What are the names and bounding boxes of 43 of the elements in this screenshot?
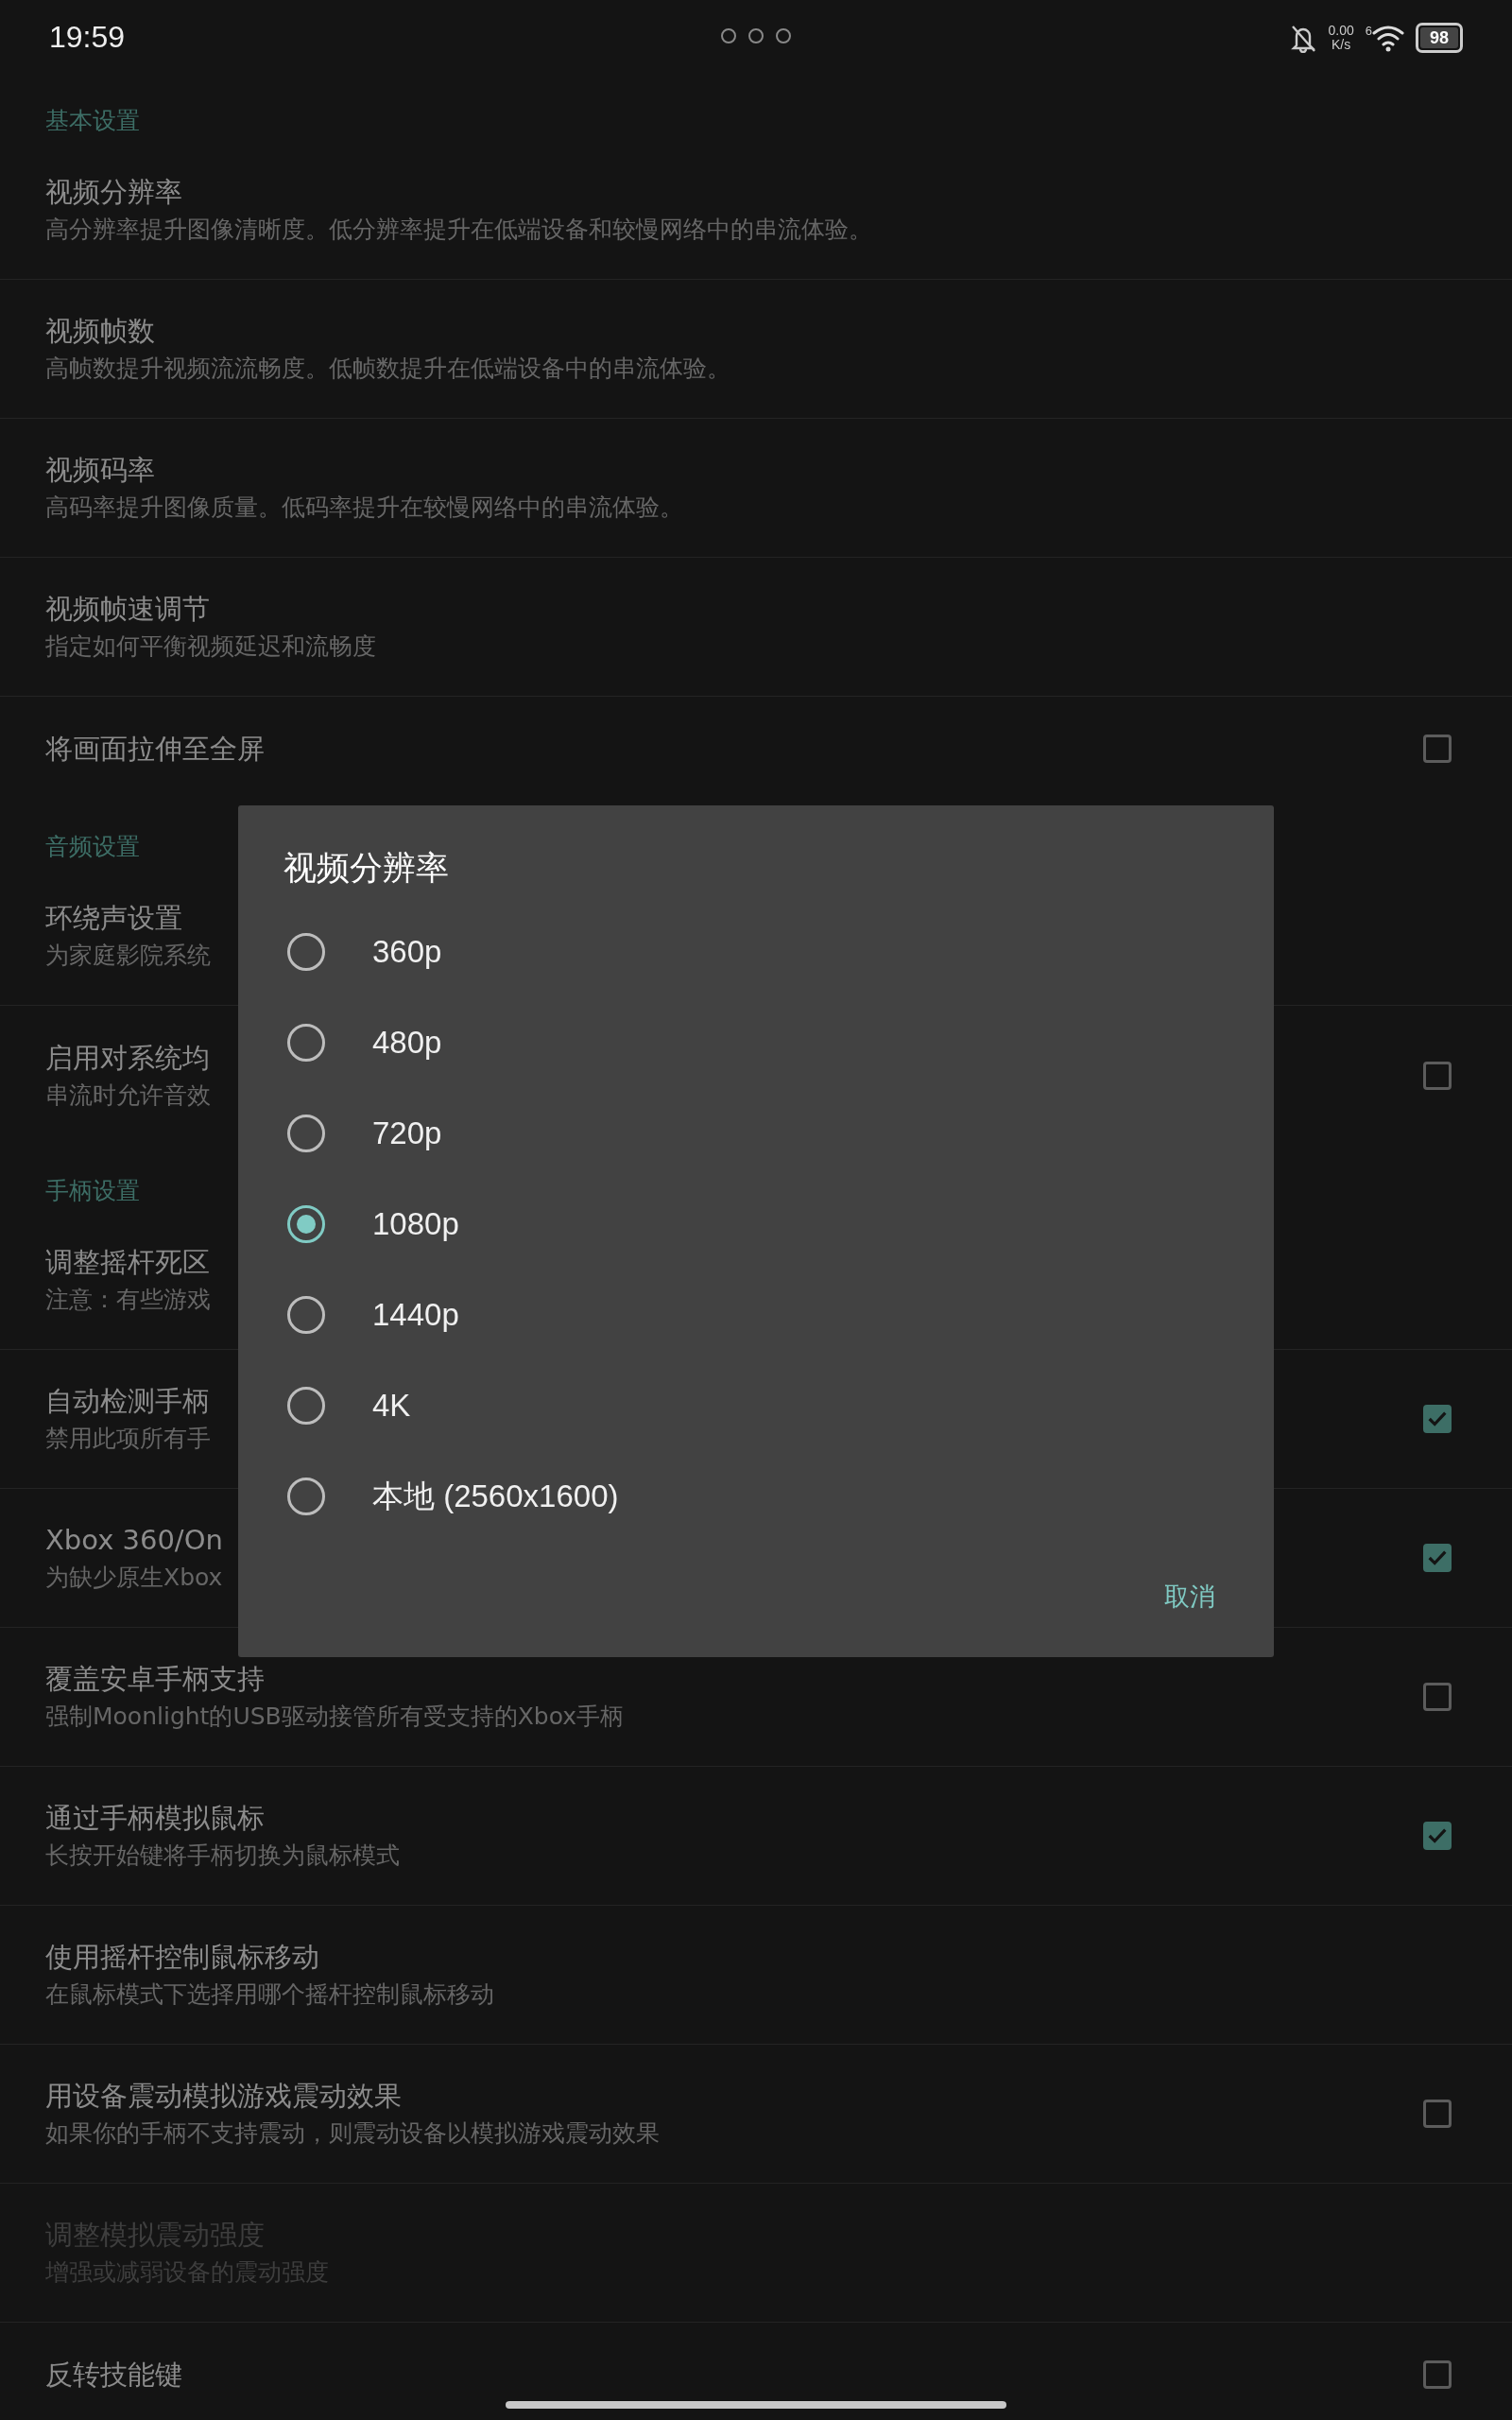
- setting-description: 注意：有些游戏: [45, 1285, 211, 1315]
- setting-description: 强制Moonlight的USB驱动接管所有受支持的Xbox手柄: [45, 1702, 625, 1732]
- setting-title: 视频分辨率: [45, 175, 182, 210]
- option-label: 本地 (2560x1600): [372, 1477, 619, 1515]
- setting-description: 为缺少原生Xbox: [45, 1563, 223, 1593]
- setting-title: 使用摇杆控制鼠标移动: [45, 1940, 319, 1975]
- setting-description: 如果你的手柄不支持震动，则震动设备以模拟游戏震动效果: [45, 2118, 660, 2149]
- status-time: 19:59: [49, 20, 126, 55]
- setting-title: 环绕声设置: [45, 901, 182, 936]
- setting-title: 视频帧速调节: [45, 592, 210, 627]
- option-label: 720p: [372, 1115, 442, 1151]
- setting-description: 指定如何平衡视频延迟和流畅度: [45, 631, 376, 662]
- section-header: 基本设置: [44, 106, 141, 136]
- section-header: 手柄设置: [44, 1176, 141, 1206]
- option-label: 360p: [372, 934, 442, 970]
- setting-description: 长按开始键将手柄切换为鼠标模式: [45, 1841, 400, 1871]
- setting-description: 高码率提升图像质量。低码率提升在较慢网络中的串流体验。: [45, 493, 683, 523]
- net-unit: K/s: [1332, 37, 1351, 52]
- setting-description: 禁用此项所有手: [45, 1424, 211, 1454]
- setting-title: 将画面拉伸至全屏: [45, 732, 265, 767]
- setting-description: 高帧数提升视频流流畅度。低帧数提升在低端设备中的串流体验。: [45, 354, 730, 384]
- setting-description: 在鼠标模式下选择用哪个摇杆控制鼠标移动: [45, 1979, 494, 2010]
- setting-title: 视频码率: [45, 453, 155, 488]
- dialog-title: 视频分辨率: [283, 848, 450, 889]
- setting-title: Xbox 360/On: [45, 1523, 223, 1558]
- setting-title: 启用对系统均: [45, 1040, 210, 1076]
- setting-title: 视频帧数: [45, 314, 155, 349]
- option-label: 1440p: [372, 1297, 459, 1333]
- net-speed: 0.00: [1328, 23, 1354, 38]
- setting-description: 高分辨率提升图像清晰度。低分辨率提升在低端设备和较慢网络中的串流体验。: [45, 215, 872, 245]
- setting-title: 调整摇杆死区: [45, 1245, 210, 1280]
- setting-title: 通过手柄模拟鼠标: [45, 1801, 265, 1836]
- option-label: 4K: [372, 1388, 411, 1424]
- option-label: 480p: [372, 1025, 442, 1061]
- setting-title: 自动检测手柄: [45, 1384, 210, 1419]
- wifi-band-label: 6: [1365, 23, 1372, 38]
- setting-title: 反转技能键: [45, 2358, 182, 2393]
- setting-title: 覆盖安卓手柄支持: [45, 1662, 265, 1697]
- battery-icon: 98: [1416, 22, 1463, 53]
- option-label: 1080p: [372, 1206, 459, 1242]
- setting-title: 用设备震动模拟游戏震动效果: [45, 2079, 402, 2114]
- setting-description: 串流时允许音效: [45, 1080, 211, 1111]
- setting-description: 为家庭影院系统: [45, 941, 211, 971]
